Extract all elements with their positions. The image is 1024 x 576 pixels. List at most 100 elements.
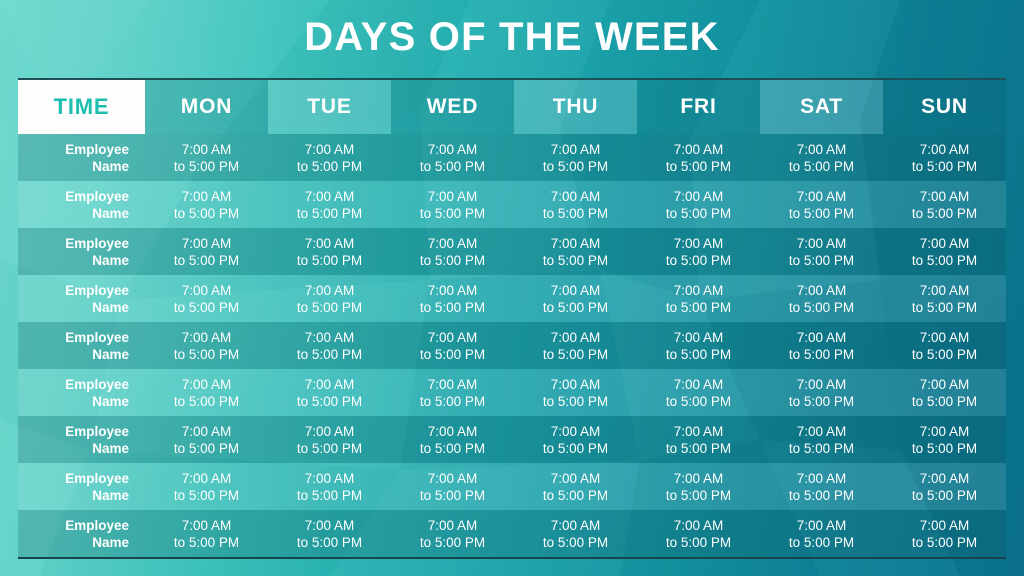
shift-cell[interactable]: 7:00 AM to 5:00 PM [268,369,391,416]
shift-cell[interactable]: 7:00 AM to 5:00 PM [637,416,760,463]
shift-cell[interactable]: 7:00 AM to 5:00 PM [145,228,268,275]
shift-cell[interactable]: 7:00 AM to 5:00 PM [391,463,514,510]
employee-name-cell[interactable]: Employee Name [18,369,145,416]
column-header-sun[interactable]: SUN [883,80,1006,134]
employee-name-cell[interactable]: Employee Name [18,510,145,557]
shift-cell[interactable]: 7:00 AM to 5:00 PM [391,369,514,416]
shift-end: to 5:00 PM [542,205,609,221]
shift-cell[interactable]: 7:00 AM to 5:00 PM [760,322,883,369]
shift-cell[interactable]: 7:00 AM to 5:00 PM [145,416,268,463]
shift-cell[interactable]: 7:00 AM to 5:00 PM [883,416,1006,463]
shift-cell[interactable]: 7:00 AM to 5:00 PM [514,134,637,181]
shift-cell[interactable]: 7:00 AM to 5:00 PM [637,134,760,181]
employee-name-cell[interactable]: Employee Name [18,181,145,228]
employee-name-cell[interactable]: Employee Name [18,463,145,510]
shift-cell[interactable]: 7:00 AM to 5:00 PM [637,463,760,510]
column-header-sat[interactable]: SAT [760,80,883,134]
shift-cell[interactable]: 7:00 AM to 5:00 PM [391,416,514,463]
shift-cell[interactable]: 7:00 AM to 5:00 PM [514,369,637,416]
shift-cell[interactable]: 7:00 AM to 5:00 PM [514,275,637,322]
shift-cell[interactable]: 7:00 AM to 5:00 PM [145,510,268,557]
table-row: Employee Name 7:00 AM to 5:00 PM 7:00 AM to 5… [18,134,1006,181]
shift-cell[interactable]: 7:00 AM to 5:00 PM [268,510,391,557]
shift-cell[interactable]: 7:00 AM to 5:00 PM [145,181,268,228]
employee-name-cell[interactable]: Employee Name [18,134,145,181]
shift-start: 7:00 AM [796,282,847,298]
employee-name-cell[interactable]: Employee Name [18,228,145,275]
shift-cell[interactable]: 7:00 AM to 5:00 PM [883,134,1006,181]
shift-cell[interactable]: 7:00 AM to 5:00 PM [268,322,391,369]
shift-end: to 5:00 PM [788,346,855,362]
shift-cell[interactable]: 7:00 AM to 5:00 PM [145,275,268,322]
employee-name-cell[interactable]: Employee Name [18,416,145,463]
shift-start: 7:00 AM [181,517,232,533]
shift-cell[interactable]: 7:00 AM to 5:00 PM [145,134,268,181]
shift-cell[interactable]: 7:00 AM to 5:00 PM [514,322,637,369]
shift-start: 7:00 AM [673,282,724,298]
column-header-thu[interactable]: THU [514,80,637,134]
shift-cell[interactable]: 7:00 AM to 5:00 PM [268,463,391,510]
shift-cell[interactable]: 7:00 AM to 5:00 PM [514,416,637,463]
column-header-tue[interactable]: TUE [268,80,391,134]
shift-cell[interactable]: 7:00 AM to 5:00 PM [514,228,637,275]
shift-cell[interactable]: 7:00 AM to 5:00 PM [760,416,883,463]
shift-cell[interactable]: 7:00 AM to 5:00 PM [637,181,760,228]
shift-cell[interactable]: 7:00 AM to 5:00 PM [883,510,1006,557]
shift-cell[interactable]: 7:00 AM to 5:00 PM [760,134,883,181]
table-row: Employee Name 7:00 AM to 5:00 PM 7:00 AM to 5… [18,416,1006,463]
shift-start: 7:00 AM [919,329,970,345]
shift-cell[interactable]: 7:00 AM to 5:00 PM [883,463,1006,510]
shift-cell[interactable]: 7:00 AM to 5:00 PM [760,228,883,275]
shift-end: to 5:00 PM [296,393,363,409]
shift-end: to 5:00 PM [296,158,363,174]
shift-cell[interactable]: 7:00 AM to 5:00 PM [883,181,1006,228]
employee-name-line1: Employee [65,470,129,486]
shift-cell[interactable]: 7:00 AM to 5:00 PM [145,369,268,416]
column-header-wed[interactable]: WED [391,80,514,134]
shift-end: to 5:00 PM [296,440,363,456]
shift-cell[interactable]: 7:00 AM to 5:00 PM [514,181,637,228]
shift-end: to 5:00 PM [173,252,240,268]
shift-cell[interactable]: 7:00 AM to 5:00 PM [637,510,760,557]
employee-name-cell[interactable]: Employee Name [18,275,145,322]
shift-cell[interactable]: 7:00 AM to 5:00 PM [514,463,637,510]
shift-start: 7:00 AM [181,282,232,298]
shift-cell[interactable]: 7:00 AM to 5:00 PM [268,416,391,463]
employee-name-cell[interactable]: Employee Name [18,322,145,369]
shift-end: to 5:00 PM [419,534,486,550]
shift-cell[interactable]: 7:00 AM to 5:00 PM [883,369,1006,416]
shift-cell[interactable]: 7:00 AM to 5:00 PM [637,275,760,322]
shift-cell[interactable]: 7:00 AM to 5:00 PM [514,510,637,557]
column-header-fri[interactable]: FRI [637,80,760,134]
shift-cell[interactable]: 7:00 AM to 5:00 PM [760,463,883,510]
shift-cell[interactable]: 7:00 AM to 5:00 PM [391,181,514,228]
shift-cell[interactable]: 7:00 AM to 5:00 PM [760,275,883,322]
shift-cell[interactable]: 7:00 AM to 5:00 PM [391,275,514,322]
employee-name-line1: Employee [65,517,129,533]
shift-cell[interactable]: 7:00 AM to 5:00 PM [268,134,391,181]
shift-cell[interactable]: 7:00 AM to 5:00 PM [883,275,1006,322]
shift-cell[interactable]: 7:00 AM to 5:00 PM [391,322,514,369]
shift-cell[interactable]: 7:00 AM to 5:00 PM [637,322,760,369]
shift-cell[interactable]: 7:00 AM to 5:00 PM [391,134,514,181]
shift-end: to 5:00 PM [419,440,486,456]
shift-cell[interactable]: 7:00 AM to 5:00 PM [637,228,760,275]
shift-cell[interactable]: 7:00 AM to 5:00 PM [268,181,391,228]
shift-start: 7:00 AM [550,376,601,392]
shift-cell[interactable]: 7:00 AM to 5:00 PM [760,181,883,228]
shift-cell[interactable]: 7:00 AM to 5:00 PM [391,228,514,275]
shift-cell[interactable]: 7:00 AM to 5:00 PM [760,369,883,416]
shift-cell[interactable]: 7:00 AM to 5:00 PM [145,322,268,369]
shift-cell[interactable]: 7:00 AM to 5:00 PM [883,228,1006,275]
shift-cell[interactable]: 7:00 AM to 5:00 PM [268,228,391,275]
shift-start: 7:00 AM [550,282,601,298]
column-header-mon[interactable]: MON [145,80,268,134]
shift-cell[interactable]: 7:00 AM to 5:00 PM [145,463,268,510]
employee-name-line1: Employee [65,282,129,298]
shift-cell[interactable]: 7:00 AM to 5:00 PM [391,510,514,557]
shift-cell[interactable]: 7:00 AM to 5:00 PM [883,322,1006,369]
shift-cell[interactable]: 7:00 AM to 5:00 PM [268,275,391,322]
shift-cell[interactable]: 7:00 AM to 5:00 PM [760,510,883,557]
column-header-time[interactable]: TIME [18,80,145,134]
shift-cell[interactable]: 7:00 AM to 5:00 PM [637,369,760,416]
